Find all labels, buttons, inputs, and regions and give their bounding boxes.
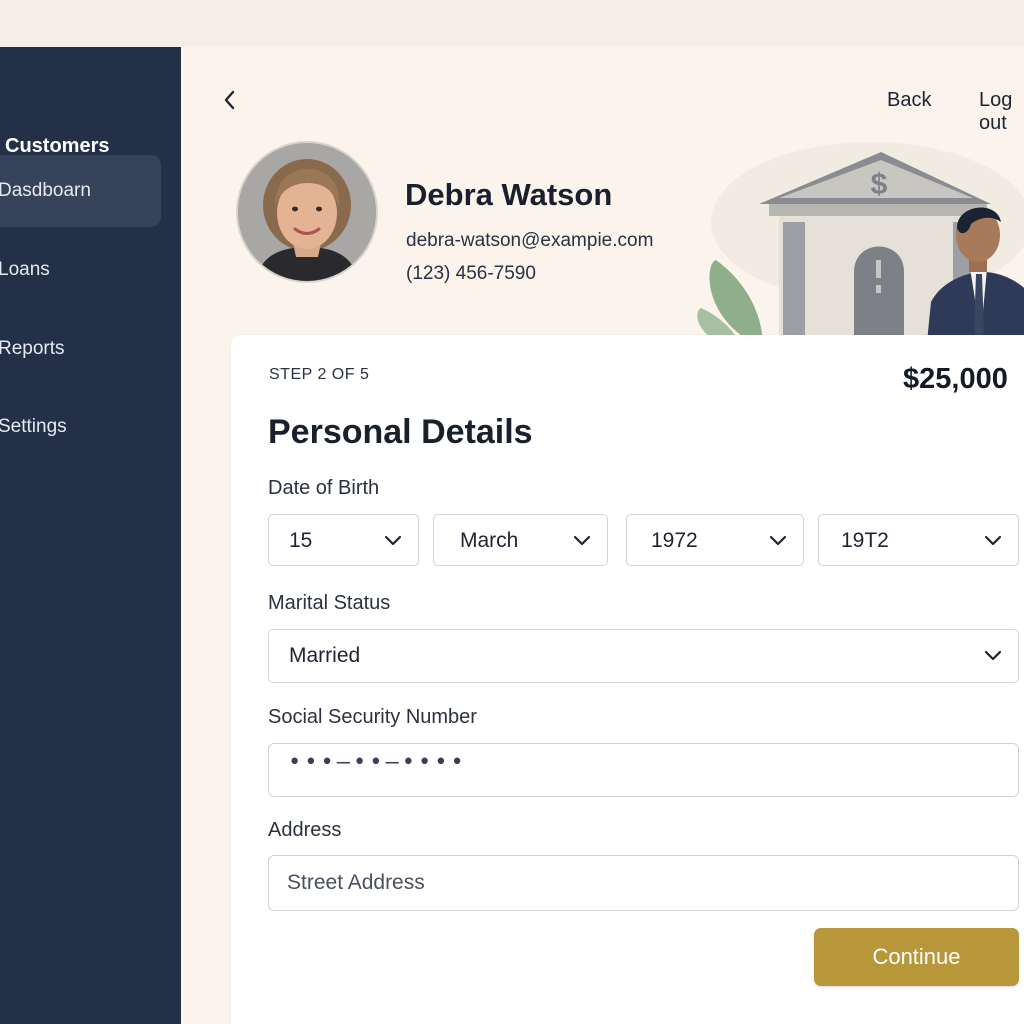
dob-extra-select[interactable]: 19T2 <box>818 514 1019 566</box>
sidebar-item-label: Reports <box>0 338 65 359</box>
dob-day-value: 15 <box>289 529 313 552</box>
customer-email: debra-watson@exampie.com <box>406 230 654 251</box>
customer-name: Debra Watson <box>405 177 613 212</box>
sidebar: Customers Dasdboarn Loans Reports Settin… <box>0 47 181 1024</box>
sidebar-item-label: Settings <box>0 416 67 437</box>
street-address-field[interactable] <box>268 855 1019 911</box>
step-indicator: STEP 2 OF 5 <box>269 366 370 383</box>
loan-form-card: STEP 2 OF 5 $25,000 Personal Details Dat… <box>231 335 1024 1024</box>
ssn-field[interactable] <box>268 743 1019 797</box>
dob-month-value: March <box>460 529 519 552</box>
sidebar-item-reports[interactable]: Reports <box>0 313 161 385</box>
marital-status-select[interactable]: Married <box>268 629 1019 683</box>
sidebar-item-dashboard[interactable]: Dasdboarn <box>0 155 161 227</box>
svg-text:$: $ <box>871 168 888 201</box>
dob-month-select[interactable]: March <box>433 514 608 566</box>
main-content: Back Log out Debra Watson debra-watson@e… <box>181 47 1024 1024</box>
dob-label: Date of Birth <box>268 477 380 499</box>
customer-avatar <box>236 141 378 283</box>
logout-link[interactable]: Log out <box>979 89 1024 135</box>
sidebar-item-label: Dasdboarn <box>0 180 91 201</box>
continue-button[interactable]: Continue <box>814 928 1019 986</box>
dob-year-value: 1972 <box>651 529 698 552</box>
section-title: Personal Details <box>268 413 533 451</box>
dob-day-select[interactable]: 15 <box>268 514 419 566</box>
chevron-down-icon <box>984 535 1002 546</box>
chevron-left-icon[interactable] <box>219 87 241 113</box>
chevron-down-icon <box>984 650 1002 661</box>
sidebar-item-label: Loans <box>0 259 50 280</box>
marital-status-value: Married <box>289 644 361 667</box>
customer-phone: (123) 456-7590 <box>406 263 536 284</box>
top-strip <box>0 0 1024 47</box>
customer-portrait <box>238 143 376 281</box>
back-link[interactable]: Back <box>887 89 931 112</box>
chevron-down-icon <box>384 535 402 546</box>
sidebar-item-settings[interactable]: Settings <box>0 391 161 463</box>
sidebar-item-loans[interactable]: Loans <box>0 234 161 306</box>
address-label: Address <box>268 819 342 841</box>
marital-status-label: Marital Status <box>268 592 391 614</box>
dob-extra-value: 19T2 <box>841 529 889 552</box>
chevron-down-icon <box>573 535 591 546</box>
dob-year-select[interactable]: 1972 <box>626 514 804 566</box>
loan-amount: $25,000 <box>903 363 1008 395</box>
chevron-down-icon <box>769 535 787 546</box>
ssn-label: Social Security Number <box>268 706 477 728</box>
